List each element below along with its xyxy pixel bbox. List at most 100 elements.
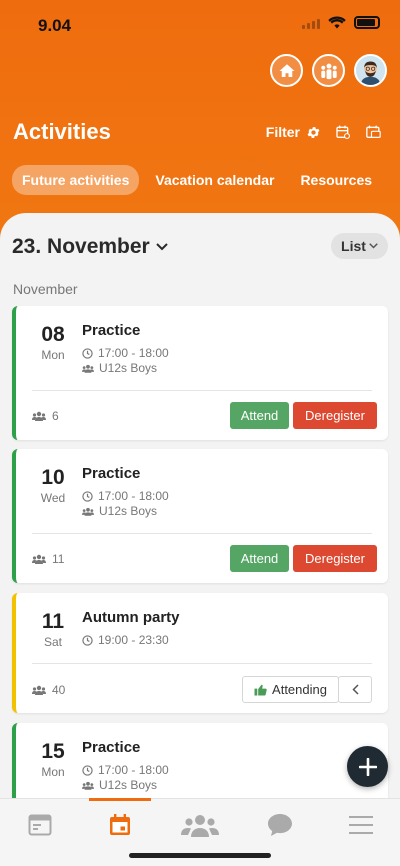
- event-title: Autumn party: [82, 609, 180, 626]
- avatar[interactable]: [354, 54, 387, 87]
- attend-button[interactable]: Attend: [230, 402, 289, 429]
- user-avatar-icon: [356, 56, 385, 85]
- clock-icon: [82, 764, 93, 776]
- nav-item-menu[interactable]: [339, 809, 383, 841]
- calendar-icon: [110, 814, 130, 835]
- header-tools: Filter: [266, 124, 382, 140]
- home-button[interactable]: [270, 54, 303, 87]
- deregister-button[interactable]: Deregister: [293, 545, 377, 572]
- people-icon: [181, 815, 219, 837]
- clock-icon: [82, 634, 93, 646]
- group-icon: [32, 411, 46, 421]
- home-icon: [279, 63, 294, 77]
- plus-icon: [358, 757, 377, 776]
- chevron-down-icon: [156, 243, 168, 251]
- event-group: U12s Boys: [82, 504, 157, 518]
- nav-active-indicator: [89, 798, 151, 801]
- feed-icon: [28, 814, 52, 836]
- group-icon: [82, 781, 94, 790]
- section-label: November: [13, 281, 78, 297]
- chevron-down-icon: [369, 243, 378, 249]
- chat-icon: [268, 814, 292, 836]
- event-weekday: Mon: [41, 348, 65, 362]
- clock-icon: [82, 490, 93, 502]
- calendar-share-button[interactable]: [365, 124, 382, 140]
- wifi-icon: [328, 16, 346, 29]
- event-time-text: 17:00 - 18:00: [98, 763, 169, 777]
- bottom-nav: [0, 798, 400, 866]
- event-card[interactable]: 15 Mon Practice 17:00 - 18:00 U12s Boys: [12, 723, 388, 798]
- clock-icon: [82, 347, 93, 359]
- attend-button[interactable]: Attend: [230, 545, 289, 572]
- event-card[interactable]: 11 Sat Autumn party 19:00 - 23:30 40 Att…: [12, 593, 388, 713]
- event-card[interactable]: 08 Mon Practice 17:00 - 18:00 U12s Boys …: [12, 306, 388, 440]
- battery-icon: [354, 16, 380, 29]
- top-actions: [270, 54, 387, 87]
- group-icon: [82, 364, 94, 373]
- month-selector[interactable]: 23. November: [12, 235, 168, 259]
- status-icons: [302, 16, 380, 29]
- event-day: 11: [41, 610, 65, 633]
- event-group-text: U12s Boys: [99, 504, 158, 518]
- participant-count-text: 6: [52, 409, 59, 423]
- participant-count-text: 40: [52, 683, 66, 697]
- participant-count: 6: [32, 409, 59, 423]
- status-bar: 9.04: [0, 0, 400, 50]
- event-card[interactable]: 10 Wed Practice 17:00 - 18:00 U12s Boys …: [12, 449, 388, 583]
- add-activity-button[interactable]: [347, 746, 388, 787]
- app-header: 9.04 Activities Filter Future activities…: [0, 0, 400, 240]
- event-group: U12s Boys: [82, 778, 157, 792]
- event-day: 08: [41, 323, 65, 346]
- tab-resources[interactable]: Resources: [290, 165, 382, 195]
- tab-future-activities[interactable]: Future activities: [12, 165, 140, 195]
- calendar-settings-icon: [336, 125, 350, 139]
- nav-item-calendar[interactable]: [98, 809, 142, 841]
- participant-count: 40: [32, 683, 65, 697]
- divider: [32, 663, 372, 664]
- status-time: 9.04: [38, 16, 72, 35]
- event-day: 10: [41, 466, 65, 489]
- nav-item-feed[interactable]: [18, 809, 62, 841]
- event-group-text: U12s Boys: [99, 361, 158, 375]
- event-time: 19:00 - 23:30: [82, 633, 169, 647]
- calendar-settings-button[interactable]: [335, 124, 351, 140]
- deregister-button[interactable]: Deregister: [293, 402, 377, 429]
- filter-settings-button[interactable]: [306, 125, 321, 140]
- event-group-text: U12s Boys: [99, 778, 158, 792]
- nav-item-people[interactable]: [178, 809, 222, 841]
- chevron-left-icon: [351, 684, 359, 695]
- event-weekday: Mon: [41, 765, 65, 779]
- group-icon: [32, 554, 46, 564]
- event-time: 17:00 - 18:00: [82, 346, 169, 360]
- gear-icon: [307, 126, 320, 138]
- team-button[interactable]: [312, 54, 345, 87]
- expand-button[interactable]: [338, 676, 372, 703]
- divider: [32, 390, 372, 391]
- event-time: 17:00 - 18:00: [82, 489, 169, 503]
- signal-icon: [302, 17, 320, 29]
- divider: [32, 533, 372, 534]
- event-weekday: Wed: [40, 491, 66, 505]
- view-toggle-button[interactable]: List: [331, 233, 388, 259]
- event-time-text: 17:00 - 18:00: [98, 489, 169, 503]
- attending-button[interactable]: Attending: [242, 676, 339, 703]
- event-weekday: Sat: [43, 635, 62, 649]
- group-icon: [32, 685, 46, 695]
- attending-label: Attending: [272, 682, 327, 697]
- filter-button[interactable]: Filter: [266, 124, 300, 140]
- event-title: Practice: [82, 322, 141, 339]
- menu-icon: [349, 816, 373, 834]
- calendar-share-icon: [366, 125, 381, 138]
- participant-count: 11: [32, 552, 64, 566]
- event-day: 15: [41, 740, 65, 763]
- participant-count-text: 11: [52, 552, 65, 566]
- month-selector-label: 23. November: [12, 235, 150, 258]
- nav-item-chat[interactable]: [258, 809, 302, 841]
- group-icon: [82, 507, 94, 516]
- event-time: 17:00 - 18:00: [82, 763, 169, 777]
- event-time-text: 19:00 - 23:30: [98, 633, 169, 647]
- event-time-text: 17:00 - 18:00: [98, 346, 169, 360]
- view-toggle-label: List: [341, 238, 366, 254]
- tab-vacation-calendar[interactable]: Vacation calendar: [145, 165, 284, 195]
- event-group: U12s Boys: [82, 361, 157, 375]
